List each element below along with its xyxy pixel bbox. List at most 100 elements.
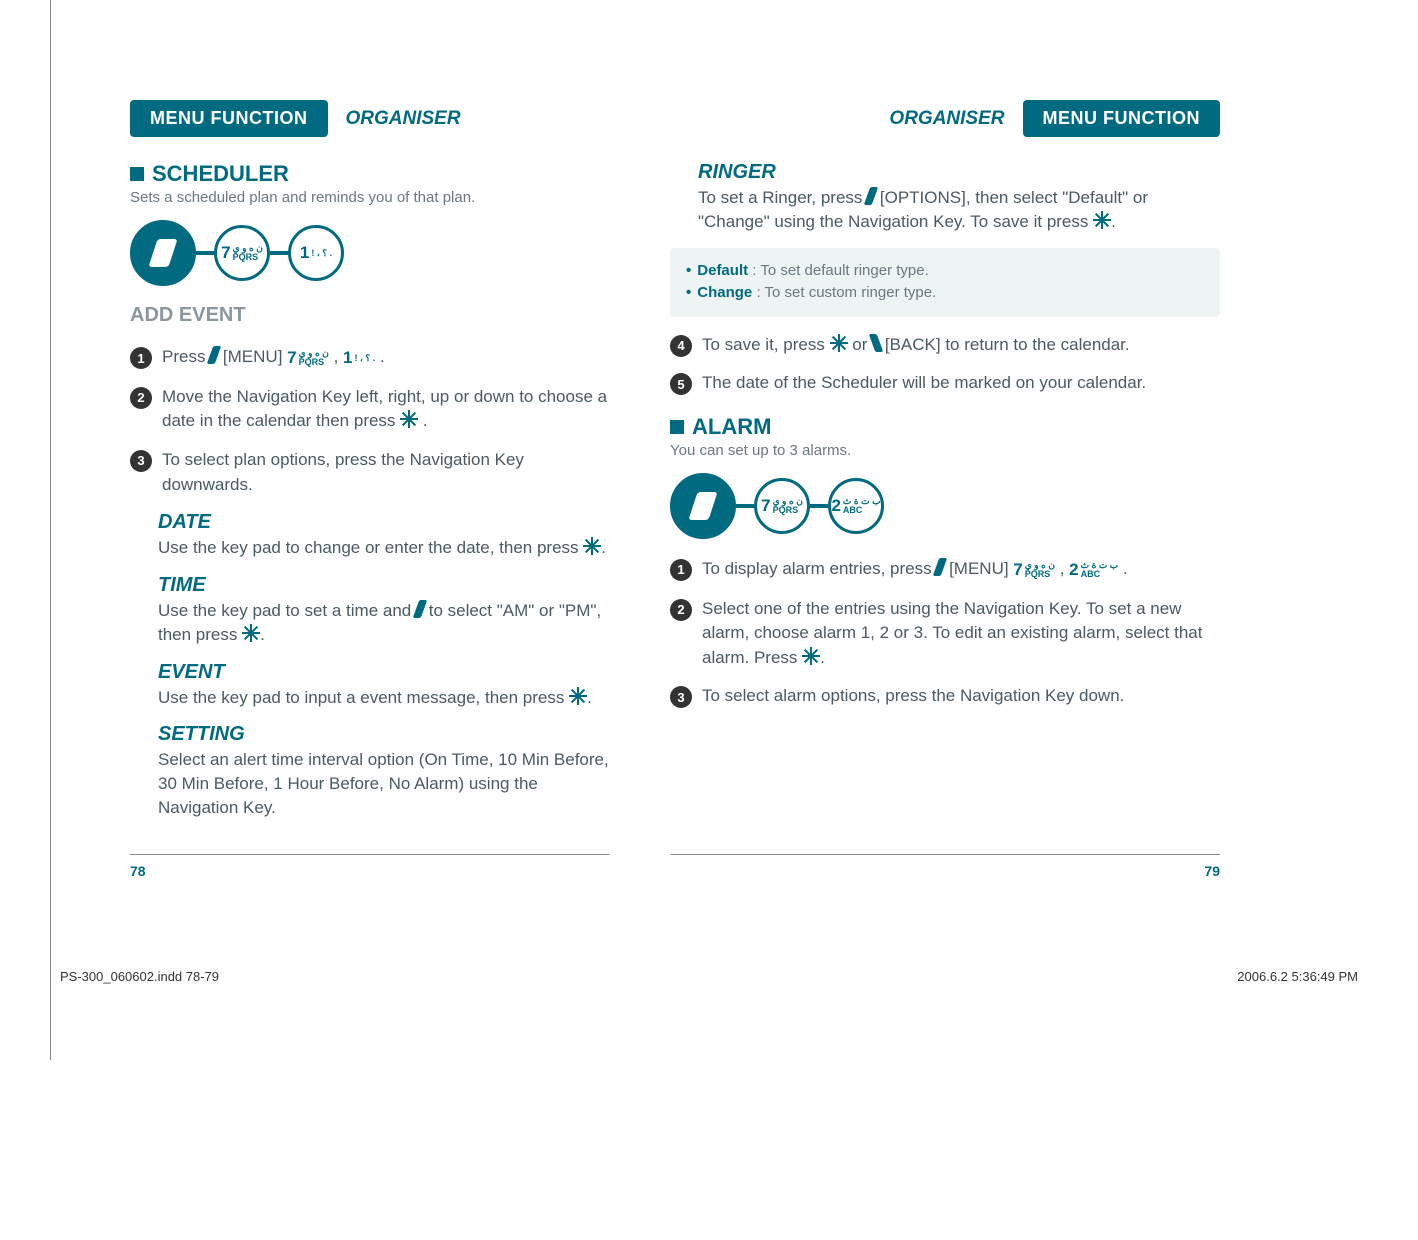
key-1-digit: 1 bbox=[300, 243, 309, 263]
organiser-label: ORGANISER bbox=[871, 108, 1022, 130]
ok-key-icon bbox=[802, 647, 820, 665]
chain-link-icon bbox=[736, 504, 754, 508]
inline-key-1: 1 bbox=[343, 346, 352, 371]
bullet-1-icon: 1 bbox=[130, 347, 152, 369]
page-right: ORGANISER MENU FUNCTION RINGER To set a … bbox=[640, 40, 1280, 854]
page-number-right: 79 bbox=[670, 863, 1220, 879]
step-4: 4 To save it, press or [BACK] to return … bbox=[670, 333, 1220, 358]
key-sequence-scheduler: 7 ن ه و يPQRS 1 ! ، ؟ . bbox=[130, 220, 610, 286]
key-1: 1 ! ، ؟ . bbox=[288, 225, 344, 281]
period: . bbox=[423, 411, 428, 430]
step-3: 3 To select plan options, press the Navi… bbox=[130, 448, 610, 497]
step-4-text-a: To save it, press bbox=[702, 335, 830, 354]
key-7: 7 ن ه و يPQRS bbox=[754, 478, 810, 534]
key-1-punct: ! ، ؟ . bbox=[311, 249, 332, 258]
note-default-val: : To set default ringer type. bbox=[748, 262, 929, 279]
step-1: 1 Press [MENU] 7ن ه و يPQRS , 1! ، ؟ . . bbox=[130, 345, 610, 371]
ringer-heading: RINGER bbox=[698, 161, 1220, 184]
date-block: DATE Use the key pad to change or enter … bbox=[158, 511, 610, 560]
bullet-5-icon: 5 bbox=[670, 373, 692, 395]
ok-key-icon bbox=[830, 334, 848, 352]
note-change-key: Change bbox=[697, 284, 752, 301]
time-text-a: Use the key pad to set a time and bbox=[158, 601, 416, 620]
organiser-label: ORGANISER bbox=[328, 108, 479, 130]
step-4-text-c: [BACK] to return to the calendar. bbox=[885, 335, 1130, 354]
spread: MENU FUNCTION ORGANISER SCHEDULER Sets a… bbox=[0, 0, 1418, 854]
key-7: 7 ن ه و يPQRS bbox=[214, 225, 270, 281]
page-number-left: 78 bbox=[130, 863, 610, 879]
alarm-s2-text: Select one of the entries using the Navi… bbox=[702, 599, 1203, 667]
key-2: 2 ب ت ة ثABC bbox=[828, 478, 884, 534]
chain-link-icon bbox=[810, 504, 828, 508]
step-2-text: Move the Navigation Key left, right, up … bbox=[162, 387, 607, 431]
inline-key-7: 7 bbox=[287, 346, 296, 371]
margin-line bbox=[50, 0, 51, 1060]
menu-function-tab: MENU FUNCTION bbox=[130, 100, 328, 137]
setting-block: SETTING Select an alert time interval op… bbox=[158, 723, 610, 819]
soft-key-icon bbox=[130, 220, 196, 286]
slash-icon bbox=[688, 492, 717, 520]
date-heading: DATE bbox=[158, 511, 610, 534]
note-default-key: Default bbox=[697, 262, 748, 279]
ringer-block: RINGER To set a Ringer, press [OPTIONS],… bbox=[698, 161, 1220, 234]
comma: , bbox=[334, 347, 343, 366]
bullet-dot-icon: • bbox=[686, 262, 691, 279]
alarm-step-1: 1 To display alarm entries, press [MENU]… bbox=[670, 557, 1220, 583]
alarm-subtitle: You can set up to 3 alarms. bbox=[670, 442, 1220, 459]
alarm-heading: ALARM bbox=[670, 414, 1220, 440]
key-7-pqrs: PQRS bbox=[233, 253, 259, 262]
step-2: 2 Move the Navigation Key left, right, u… bbox=[130, 385, 610, 434]
menu-function-tab: MENU FUNCTION bbox=[1023, 100, 1221, 137]
bullet-dot-icon: • bbox=[686, 284, 691, 301]
indd-filename: PS-300_060602.indd 78-79 bbox=[60, 969, 219, 984]
comma: , bbox=[1060, 559, 1069, 578]
note-change-val: : To set custom ringer type. bbox=[752, 284, 936, 301]
event-heading: EVENT bbox=[158, 661, 610, 684]
key-7-digit: 7 bbox=[221, 243, 230, 263]
ok-key-icon bbox=[569, 687, 587, 705]
print-footer: PS-300_060602.indd 78-79 2006.6.2 5:36:4… bbox=[0, 969, 1418, 984]
inline-key-7: 7 bbox=[1013, 558, 1022, 583]
step-5-text: The date of the Scheduler will be marked… bbox=[702, 371, 1146, 396]
header-right: ORGANISER MENU FUNCTION bbox=[670, 100, 1220, 137]
setting-text: Select an alert time interval option (On… bbox=[158, 748, 610, 819]
alarm-step-3: 3 To select alarm options, press the Nav… bbox=[670, 684, 1220, 709]
ok-key-icon bbox=[1093, 211, 1111, 229]
divider-line bbox=[670, 854, 1220, 855]
key-2-digit: 2 bbox=[831, 496, 840, 516]
alarm-s3-text: To select alarm options, press the Navig… bbox=[702, 684, 1124, 709]
step-3-text: To select plan options, press the Naviga… bbox=[162, 448, 610, 497]
alarm-title: ALARM bbox=[692, 414, 771, 440]
step-1-text-a: Press bbox=[162, 347, 210, 366]
bullet-2-icon: 2 bbox=[670, 599, 692, 621]
period: . bbox=[1123, 559, 1128, 578]
event-text: Use the key pad to input a event message… bbox=[158, 688, 569, 707]
page-left: MENU FUNCTION ORGANISER SCHEDULER Sets a… bbox=[70, 40, 640, 854]
scheduler-subtitle: Sets a scheduled plan and reminds you of… bbox=[130, 189, 610, 206]
scheduler-heading: SCHEDULER bbox=[130, 161, 610, 187]
step-5: 5 The date of the Scheduler will be mark… bbox=[670, 371, 1220, 396]
setting-heading: SETTING bbox=[158, 723, 610, 746]
ok-key-icon bbox=[583, 537, 601, 555]
alarm-s1-text-a: To display alarm entries, press bbox=[702, 559, 936, 578]
bullet-3-icon: 3 bbox=[130, 450, 152, 472]
time-heading: TIME bbox=[158, 574, 610, 597]
bullet-4-icon: 4 bbox=[670, 335, 692, 357]
step-1-text-b: [MENU] bbox=[223, 347, 287, 366]
bullet-3-icon: 3 bbox=[670, 686, 692, 708]
timestamp: 2006.6.2 5:36:49 PM bbox=[1237, 969, 1358, 984]
key-sequence-alarm: 7 ن ه و يPQRS 2 ب ت ة ثABC bbox=[670, 473, 1220, 539]
key-7-digit: 7 bbox=[761, 496, 770, 516]
inline-key-2: 2 bbox=[1069, 558, 1078, 583]
slash-icon bbox=[148, 239, 177, 267]
time-block: TIME Use the key pad to set a time and t… bbox=[158, 574, 610, 647]
bullet-1-icon: 1 bbox=[670, 559, 692, 581]
divider-line bbox=[130, 854, 610, 855]
alarm-s1-text-b: [MENU] bbox=[949, 559, 1013, 578]
page-footer-row: 78 79 bbox=[0, 854, 1418, 879]
add-event-heading: ADD EVENT bbox=[130, 304, 610, 327]
header-left: MENU FUNCTION ORGANISER bbox=[130, 100, 610, 137]
soft-key-icon bbox=[670, 473, 736, 539]
date-text: Use the key pad to change or enter the d… bbox=[158, 538, 583, 557]
alarm-step-2: 2 Select one of the entries using the Na… bbox=[670, 597, 1220, 671]
